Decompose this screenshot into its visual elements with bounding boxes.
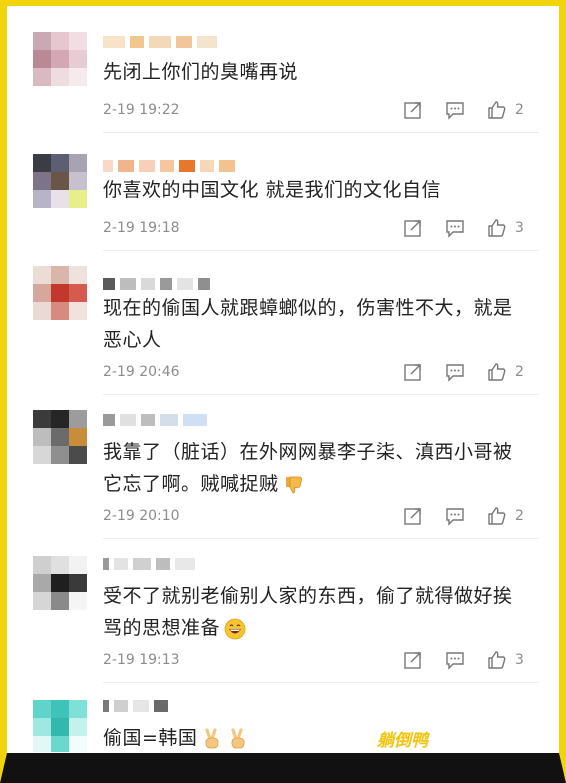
divider xyxy=(103,682,539,683)
comment-text-content: 我靠了（脏话）在外网网暴李子柒、滇西小哥被它忘了啊。贼喊捉贼 xyxy=(103,441,513,495)
grinning-emoji xyxy=(224,618,246,639)
comment-text-content: 受不了就别老偷别人家的东西，偷了就得做好挨骂的思想准备 xyxy=(103,585,513,639)
comment-text: 先闭上你们的臭嘴再说 xyxy=(103,61,299,83)
share-icon[interactable] xyxy=(403,100,423,120)
thumbs-up-icon[interactable] xyxy=(487,362,507,382)
like-count: 2 xyxy=(515,508,524,524)
comment-text-content: 偷国=韩国 xyxy=(103,727,198,749)
thumbs-up-icon[interactable] xyxy=(487,218,507,238)
comment-icon[interactable] xyxy=(445,362,465,382)
username-blurred[interactable] xyxy=(103,700,173,712)
avatar[interactable] xyxy=(33,556,87,610)
avatar[interactable] xyxy=(33,32,87,86)
thumbs-up-icon[interactable] xyxy=(487,650,507,670)
comment-text: 现在的偷国人就跟蟑螂似的，伤害性不大，就是恶心人 xyxy=(103,297,513,351)
divider xyxy=(103,132,539,133)
thumbs-down-emoji xyxy=(285,476,302,493)
watermark-cn: 躺倒鸭 xyxy=(377,730,428,751)
username-blurred[interactable] xyxy=(103,278,215,290)
comment-text: 你喜欢的中国文化 就是我们的文化自信 xyxy=(103,179,442,201)
victory-hand-emoji xyxy=(231,727,245,748)
thumbs-up-icon[interactable] xyxy=(487,100,507,120)
share-icon[interactable] xyxy=(403,218,423,238)
thumbs-up-icon[interactable] xyxy=(487,506,507,526)
comment-screenshot-frame: 先闭上你们的臭嘴再说 2-19 19:22 2 你喜欢的中国文化 就是我们的文化… xyxy=(0,0,566,783)
comment-meta: 2-19 19:13 3 xyxy=(103,650,527,672)
comment-icon[interactable] xyxy=(445,218,465,238)
comment-time: 2-19 19:22 xyxy=(103,102,180,118)
username-blurred[interactable] xyxy=(103,414,212,426)
avatar[interactable] xyxy=(33,700,87,752)
comment-meta: 2-19 19:18 3 xyxy=(103,218,527,240)
comment-time: 2-19 19:18 xyxy=(103,220,180,236)
username-blurred[interactable] xyxy=(103,36,222,48)
divider xyxy=(103,394,539,395)
divider xyxy=(103,538,539,539)
watermark: 躺倒鸭 TANGDAOYA xyxy=(377,727,543,751)
comment-icon[interactable] xyxy=(445,506,465,526)
comment-time: 2-19 20:10 xyxy=(103,508,180,524)
username-blurred[interactable] xyxy=(103,160,240,172)
comment-icon[interactable] xyxy=(445,100,465,120)
comment-text: 受不了就别老偷别人家的东西，偷了就得做好挨骂的思想准备 xyxy=(103,580,523,644)
comment-icon[interactable] xyxy=(445,650,465,670)
avatar[interactable] xyxy=(33,266,87,320)
avatar[interactable] xyxy=(33,410,87,464)
victory-hand-emoji xyxy=(205,727,219,748)
like-count: 2 xyxy=(515,364,524,380)
like-count: 3 xyxy=(515,652,524,668)
watermark-en: TANGDAOYA xyxy=(438,730,543,746)
like-count: 3 xyxy=(515,220,524,236)
comment-meta: 2-19 19:22 2 xyxy=(103,100,527,122)
avatar[interactable] xyxy=(33,154,87,208)
username-blurred[interactable] xyxy=(103,558,200,570)
share-icon[interactable] xyxy=(403,362,423,382)
comment-text: 我靠了（脏话）在外网网暴李子柒、滇西小哥被它忘了啊。贼喊捉贼 xyxy=(103,436,523,500)
share-icon[interactable] xyxy=(403,506,423,526)
comment-time: 2-19 19:13 xyxy=(103,652,180,668)
comment-meta: 2-19 20:46 2 xyxy=(103,362,527,384)
share-icon[interactable] xyxy=(403,650,423,670)
divider xyxy=(103,250,539,251)
like-count: 2 xyxy=(515,102,524,118)
comment-time: 2-19 20:46 xyxy=(103,364,180,380)
comment-meta: 2-19 20:10 2 xyxy=(103,506,527,528)
